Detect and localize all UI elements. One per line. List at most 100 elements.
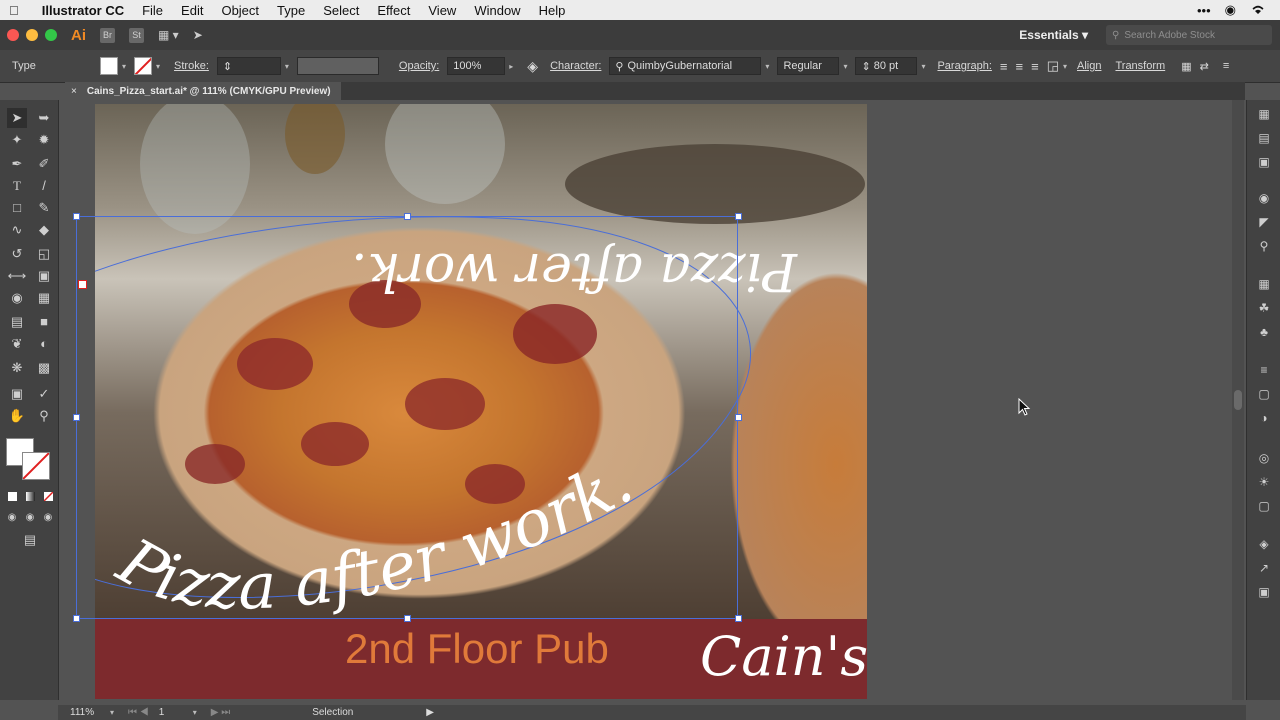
workspace-switcher[interactable]: Essentials ▾	[1019, 28, 1088, 42]
transparency-panel-icon[interactable]: ◑	[1256, 410, 1272, 426]
stroke-swatch[interactable]: ▾	[134, 57, 160, 75]
draw-behind-icon[interactable]: ◉	[20, 508, 40, 528]
type-tool-icon[interactable]: T	[7, 176, 27, 196]
in-port-icon[interactable]	[78, 280, 87, 289]
handle-bottom-center[interactable]	[404, 615, 411, 622]
menu-window[interactable]: Window	[465, 3, 529, 18]
character-label[interactable]: Character:	[550, 60, 601, 72]
blend-tool-icon[interactable]: ◐	[34, 334, 54, 354]
free-transform-tool-icon[interactable]: ▣	[34, 266, 54, 286]
cains-logo[interactable]: Cain's	[700, 624, 867, 694]
menu-type[interactable]: Type	[268, 3, 314, 18]
minimize-window-button[interactable]	[26, 29, 38, 41]
artboards-panel-icon[interactable]: ▣	[1256, 154, 1272, 170]
isolate-icon[interactable]: ▦	[1181, 60, 1191, 73]
font-style-dropdown[interactable]: Regular ▾	[777, 57, 847, 75]
arrange-documents-icon[interactable]: ▦ ▾	[158, 28, 179, 42]
close-window-button[interactable]	[7, 29, 19, 41]
zoom-level[interactable]: 111%	[70, 707, 106, 718]
eyedropper-tool-icon[interactable]: ❦	[7, 334, 27, 354]
stroke-color-icon[interactable]	[22, 452, 50, 480]
rectangle-tool-icon[interactable]: □	[7, 198, 27, 218]
menu-effect[interactable]: Effect	[368, 3, 419, 18]
draw-normal-icon[interactable]: ◉	[2, 508, 22, 528]
wifi-icon[interactable]	[1250, 3, 1266, 18]
stroke-label[interactable]: Stroke:	[174, 60, 209, 72]
handle-bottom-right[interactable]	[735, 615, 742, 622]
menu-file[interactable]: File	[133, 3, 172, 18]
status-menu-icon[interactable]: ▶	[426, 707, 434, 718]
envelope-warp-icon[interactable]: ◲ ▾	[1047, 58, 1067, 74]
menu-object[interactable]: Object	[212, 3, 268, 18]
handle-top-left[interactable]	[73, 213, 80, 220]
brushes-panel-icon[interactable]: ☘	[1256, 300, 1272, 316]
paragraph-label[interactable]: Paragraph:	[937, 60, 991, 72]
font-size-field[interactable]: ⇕ 80 pt ▾	[855, 57, 925, 75]
reflect-icon[interactable]: ⇄	[1200, 60, 1209, 73]
menu-view[interactable]: View	[419, 3, 465, 18]
image-trace-icon[interactable]: ▢	[1256, 498, 1272, 514]
graphic-styles-icon[interactable]: ☀	[1256, 474, 1272, 490]
appearance-panel-icon[interactable]: ◎	[1256, 450, 1272, 466]
transform-panel-link[interactable]: Transform	[1115, 60, 1165, 72]
zoom-tool-icon[interactable]: ⚲	[34, 406, 54, 426]
align-right-icon[interactable]: ≡	[1031, 59, 1039, 74]
apple-icon[interactable]: 	[0, 3, 28, 18]
hand-tool-icon[interactable]: ✋	[7, 406, 27, 426]
color-mode-icon[interactable]	[8, 492, 17, 501]
menu-app-name[interactable]: Illustrator CC	[28, 3, 133, 18]
column-graph-tool-icon[interactable]: ▩	[34, 358, 54, 378]
stroke-panel-icon[interactable]: ≡	[1256, 362, 1272, 378]
shaper-tool-icon[interactable]: ∿	[7, 220, 27, 240]
screen-mode-icon[interactable]: ▤	[20, 530, 40, 550]
panel-menu-icon[interactable]: ≡	[1223, 60, 1229, 72]
curvature-tool-icon[interactable]: ✐	[34, 154, 54, 174]
libraries-panel-icon[interactable]: ▦	[1256, 106, 1272, 122]
handle-top-center[interactable]	[404, 213, 411, 220]
menu-help[interactable]: Help	[530, 3, 575, 18]
width-tool-icon[interactable]: ⟷	[7, 266, 27, 286]
color-panel-icon[interactable]: ◉	[1256, 190, 1272, 206]
artboard-number[interactable]: 1	[159, 707, 189, 718]
mesh-tool-icon[interactable]: ▤	[7, 312, 27, 332]
stroke-weight-stepper[interactable]: ⇕ ▾	[216, 57, 289, 75]
menu-select[interactable]: Select	[314, 3, 368, 18]
none-mode-icon[interactable]	[44, 492, 53, 501]
draw-inside-icon[interactable]: ◉	[38, 508, 58, 528]
scale-tool-icon[interactable]: ◱	[34, 244, 54, 264]
align-panel-link[interactable]: Align	[1077, 60, 1101, 72]
paintbrush-tool-icon[interactable]: ✎	[34, 198, 54, 218]
opacity-field[interactable]: 100% ▸	[447, 57, 513, 75]
selection-bounding-box[interactable]	[76, 216, 738, 619]
zoom-window-button[interactable]	[45, 29, 57, 41]
close-tab-icon[interactable]: ×	[71, 86, 77, 97]
symbols-panel-icon[interactable]: ♣	[1256, 324, 1272, 340]
font-family-dropdown[interactable]: ⚲ QuimbyGubernatorial ▾	[609, 57, 769, 75]
fill-swatch[interactable]: ▾	[100, 57, 126, 75]
align-center-icon[interactable]: ≡	[1016, 59, 1024, 74]
vertical-scroll-thumb[interactable]	[1234, 390, 1242, 410]
magic-wand-tool-icon[interactable]: ✦	[7, 130, 27, 150]
pub-text[interactable]: 2nd Floor Pub	[345, 624, 615, 674]
handle-bottom-left[interactable]	[73, 615, 80, 622]
handle-middle-right[interactable]	[735, 414, 742, 421]
lasso-tool-icon[interactable]: ✹	[34, 130, 54, 150]
layers-panel-icon[interactable]: ◈	[1256, 536, 1272, 552]
selection-tool-icon[interactable]: ➤	[7, 108, 27, 128]
next-artboard-icon[interactable]: ▶ ⏭	[211, 707, 230, 718]
opacity-value[interactable]: 100%	[447, 57, 506, 75]
color-guide-icon[interactable]: ◤	[1256, 214, 1272, 230]
stock-search-field[interactable]: ⚲ Search Adobe Stock	[1106, 25, 1272, 45]
swatches-panel-icon[interactable]: ▦	[1256, 276, 1272, 292]
perspective-grid-tool-icon[interactable]: ▦	[34, 288, 54, 308]
creative-cloud-icon[interactable]: ◉	[1225, 2, 1236, 18]
document-tab[interactable]: × Cains_Pizza_start.ai* @ 111% (CMYK/GPU…	[65, 82, 341, 100]
rotate-tool-icon[interactable]: ↺	[7, 244, 27, 264]
handle-middle-left[interactable]	[73, 414, 80, 421]
more-icon[interactable]: •••	[1197, 3, 1211, 18]
variable-width-profile[interactable]	[296, 57, 379, 75]
symbol-sprayer-tool-icon[interactable]: ❋	[7, 358, 27, 378]
direct-selection-tool-icon[interactable]: ➥	[34, 108, 54, 128]
slice-tool-icon[interactable]: ✓	[34, 384, 54, 404]
shape-builder-tool-icon[interactable]: ◉	[7, 288, 27, 308]
